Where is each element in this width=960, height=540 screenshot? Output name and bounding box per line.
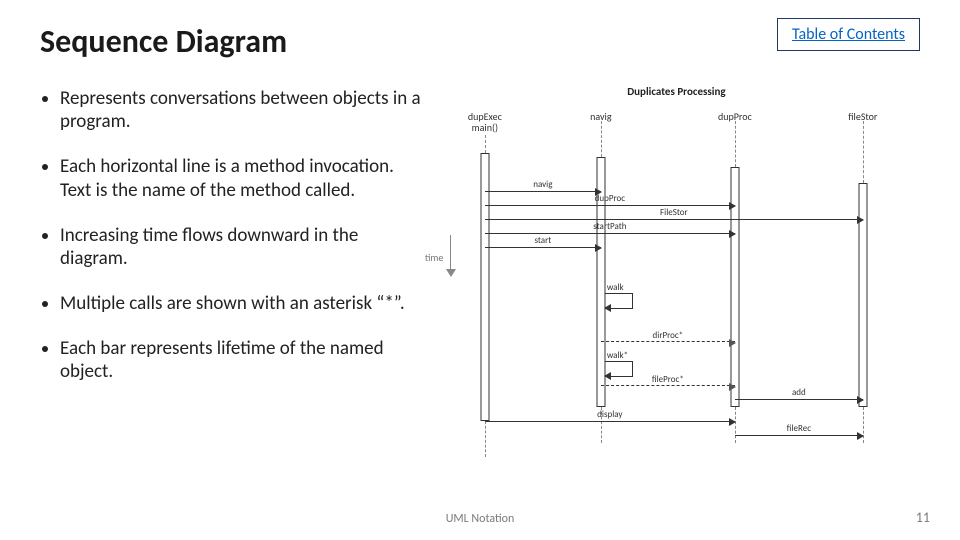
arrow-icon bbox=[857, 216, 864, 224]
arrow-icon bbox=[729, 339, 736, 347]
arrow-icon bbox=[729, 418, 736, 426]
message-label: fileProc* bbox=[652, 374, 684, 385]
lifeline-navig: navig bbox=[571, 111, 631, 122]
activation-bar bbox=[480, 153, 489, 421]
lifeline-dash bbox=[863, 121, 864, 183]
message-label: FileStor bbox=[660, 207, 688, 218]
bullet-list: Represents conversations between objects… bbox=[40, 87, 425, 384]
message-startPath: startPath bbox=[485, 233, 735, 234]
arrow-down-icon bbox=[446, 235, 456, 279]
message-fileRec: fileRec bbox=[735, 435, 863, 436]
time-axis-label: time bbox=[425, 251, 444, 264]
message-dirProcstar: dirProc* bbox=[601, 341, 735, 342]
arrow-icon bbox=[604, 304, 611, 312]
bullet-item: Increasing time flows downward in the di… bbox=[60, 224, 425, 270]
sequence-diagram: Duplicates Processing time dupExec main(… bbox=[433, 87, 920, 467]
lifeline-dash bbox=[485, 421, 486, 457]
arrow-icon bbox=[729, 383, 736, 391]
self-call-walk: walk bbox=[605, 293, 633, 309]
page-number: 11 bbox=[916, 509, 930, 526]
bullet-item: Multiple calls are shown with an asteris… bbox=[60, 292, 425, 315]
time-axis: time bbox=[425, 235, 457, 279]
arrow-icon bbox=[729, 230, 736, 238]
footer-center: UML Notation bbox=[0, 512, 960, 526]
bullet-item: Each horizontal line is a method invocat… bbox=[60, 155, 425, 201]
message-label: dirProc* bbox=[653, 330, 684, 341]
lifeline-dash bbox=[601, 121, 602, 157]
message-label: startPath bbox=[593, 221, 626, 232]
message-fileProcstar: fileProc* bbox=[601, 385, 735, 386]
text-column: Represents conversations between objects… bbox=[40, 87, 425, 467]
lifeline-dash bbox=[485, 135, 486, 153]
message-FileStor: FileStor bbox=[485, 219, 863, 220]
arrow-icon bbox=[595, 244, 602, 252]
lifeline-dupExec: dupExec main() bbox=[455, 111, 515, 133]
diagram-title: Duplicates Processing bbox=[433, 85, 920, 98]
slide: Sequence Diagram Table of Contents Repre… bbox=[0, 0, 960, 540]
message-label: display bbox=[597, 409, 622, 420]
bullet-item: Each bar represents lifetime of the name… bbox=[60, 337, 425, 383]
message-label: dupProc bbox=[595, 193, 625, 204]
arrow-icon bbox=[729, 202, 736, 210]
arrow-icon bbox=[604, 372, 611, 380]
message-navig: navig bbox=[485, 191, 601, 192]
arrow-icon bbox=[857, 396, 864, 404]
message-label: fileRec bbox=[787, 423, 811, 434]
body: Represents conversations between objects… bbox=[40, 87, 920, 467]
message-label: start bbox=[534, 235, 551, 246]
message-label: navig bbox=[533, 179, 552, 190]
lifeline-label: dupExec main() bbox=[455, 111, 515, 133]
page-title: Sequence Diagram bbox=[40, 22, 287, 61]
header: Sequence Diagram Table of Contents bbox=[40, 22, 920, 61]
self-call-walkstar: walk* bbox=[605, 361, 633, 377]
lifeline-fileStor: fileStor bbox=[833, 111, 893, 122]
bullet-item: Represents conversations between objects… bbox=[60, 87, 425, 133]
message-label: walk bbox=[607, 282, 624, 293]
message-label: walk* bbox=[607, 350, 628, 361]
arrow-icon bbox=[857, 432, 864, 440]
message-add: add bbox=[735, 399, 863, 400]
message-dupProc: dupProc bbox=[485, 205, 735, 206]
lifeline-dash bbox=[735, 121, 736, 167]
lifeline-dupProc: dupProc bbox=[705, 111, 765, 122]
message-display: display bbox=[485, 421, 735, 422]
message-start: start bbox=[485, 247, 601, 248]
message-label: add bbox=[792, 387, 806, 398]
table-of-contents-link[interactable]: Table of Contents bbox=[777, 18, 920, 51]
